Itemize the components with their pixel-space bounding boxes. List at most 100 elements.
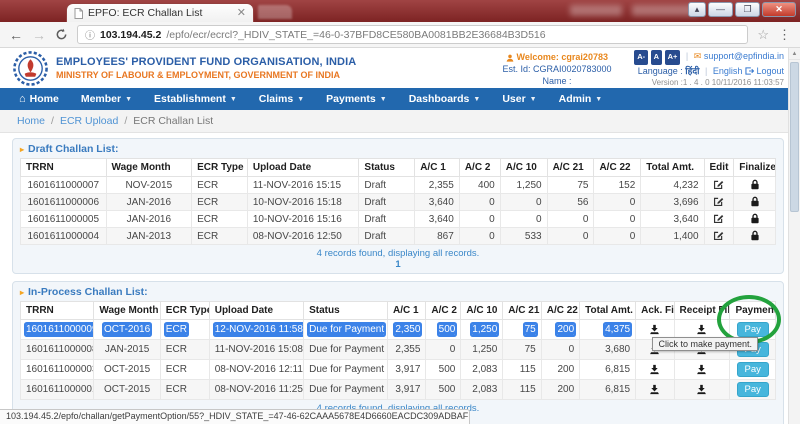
cell-ac10: 1,250 [461,320,503,340]
url-host: 103.194.45.2 [100,29,161,41]
nav-item[interactable]: ⌂ Payments ▼ [315,88,398,110]
bookmark-star-icon[interactable]: ☆ [757,27,769,43]
page-info-icon[interactable]: ⓘ [85,27,95,42]
support-email-link[interactable]: support@epfindia.in [704,51,784,61]
wage-month-value: JAN-2016 [127,214,171,225]
caret-down-icon: ▼ [125,96,132,103]
utility-row-2: Language : हिंदी | English Logout [634,65,784,78]
cell-trrn: 1601611000005 [21,211,107,228]
pay-button[interactable]: Pay [737,362,769,377]
inprocess-table-row: 1601611000001 OCT-2015 ECR 08-NOV-2016 1… [21,380,776,400]
tab-close-icon[interactable]: ✕ [237,8,246,18]
draft-table-row: 1601611000004 JAN-2013 ECR 08-NOV-2016 1… [21,228,776,245]
ac22-value: 0 [630,231,636,242]
download-icon[interactable] [649,324,660,335]
edit-icon[interactable] [713,196,724,207]
welcome-block: Welcome: cgrai20783 Est. Id: CGRAI002078… [462,51,652,87]
download-icon[interactable] [696,324,707,335]
inprocess-panel-title: ▸ In-Process Challan List: [20,286,776,298]
ac22-value: 0 [630,214,636,225]
ecr-type-value: ECR [197,231,218,242]
cell-wage-month: OCT-2015 [94,380,160,400]
font-decrease-button[interactable]: A- [634,50,648,65]
download-icon[interactable] [649,364,660,375]
download-icon[interactable] [696,364,707,375]
pay-button[interactable]: Pay [737,382,769,397]
vertical-scrollbar[interactable]: ▲ [788,48,800,424]
upload-date-value: 10-NOV-2016 15:18 [253,197,342,208]
new-tab-button[interactable] [258,5,292,19]
upload-date-value: 08-NOV-2016 12:11 [215,364,303,375]
status-value: Draft [364,197,386,208]
caret-down-icon: ▼ [380,96,387,103]
nav-item[interactable]: ⌂ Establishment ▼ [143,88,248,110]
nav-item[interactable]: ⌂ Home ▼ [8,88,70,110]
nav-item[interactable]: ⌂ Dashboards ▼ [398,88,492,110]
browser-menu-icon[interactable]: ⋮ [778,27,791,43]
window-extra-button[interactable]: ▴ [688,2,706,17]
ecr-type-value: ECR [197,197,218,208]
ac1-value: 867 [437,231,454,242]
download-icon[interactable] [696,384,707,395]
nav-item[interactable]: ⌂ User ▼ [491,88,547,110]
logout-link[interactable]: Logout [756,66,784,76]
cell-ac1: 867 [415,228,460,245]
lock-icon[interactable] [750,230,760,241]
cell-status: Due for Payment [304,380,388,400]
language-hindi-link[interactable]: हिंदी [685,66,699,76]
nav-item[interactable]: ⌂ Member ▼ [70,88,143,110]
forward-icon[interactable]: → [32,28,46,42]
back-icon[interactable]: ← [9,28,23,42]
cell-ac2: 500 [426,360,461,380]
language-english-link[interactable]: English [713,66,743,76]
ac22-value: 200 [557,324,574,335]
ac2-value: 0 [489,231,495,242]
breadcrumb-ecr-upload-link[interactable]: ECR Upload [60,115,118,127]
inprocess-header-row: TRRN Wage Month ECR Type Upload Date Sta… [21,302,776,320]
cell-finalize [734,228,776,245]
draft-page-number[interactable]: 1 [20,259,776,270]
lock-icon[interactable] [750,179,760,190]
window-restore-button[interactable]: ❐ [735,2,760,17]
ac21-value: 115 [520,364,536,375]
cell-edit [704,211,734,228]
status-value: Due for Payment [309,384,384,395]
ac22-value: 200 [557,384,574,395]
lock-icon[interactable] [750,196,760,207]
scrollbar-up-icon[interactable]: ▲ [789,48,800,60]
nav-item-label: User [502,93,525,105]
col-total-amt: Total Amt. [580,302,636,320]
establishment-id: Est. Id: CGRAI0020783000 [462,63,652,75]
cell-upload-date: 11-NOV-2016 15:08 [209,340,303,360]
window-close-button[interactable]: ✕ [762,2,796,17]
window-minimize-button[interactable]: — [708,2,733,17]
org-name: EMPLOYEES' PROVIDENT FUND ORGANISATION, … [56,56,356,68]
address-bar[interactable]: ⓘ 103.194.45.2 /epfo/ecr/ecrcl?_HDIV_STA… [77,25,748,44]
cell-upload-date: 12-NOV-2016 11:58 [209,320,303,340]
cell-ac21: 75 [503,340,541,360]
font-normal-button[interactable]: A [651,50,662,65]
nav-item[interactable]: ⌂ Admin ▼ [548,88,614,110]
reload-icon[interactable] [55,28,68,41]
breadcrumb-home-link[interactable]: Home [17,115,45,127]
cell-ac2: 0 [459,211,500,228]
browser-tab[interactable]: EPFO: ECR Challan List ✕ [66,3,254,22]
ac22-value: 200 [557,364,574,375]
edit-icon[interactable] [713,179,724,190]
download-icon[interactable] [649,384,660,395]
edit-icon[interactable] [713,213,724,224]
ac1-value: 3,640 [429,214,454,225]
cell-ac21: 0 [547,211,594,228]
total-amt-value: 3,696 [673,197,698,208]
cell-status: Draft [359,177,415,194]
font-increase-button[interactable]: A+ [665,50,681,65]
col-trrn: TRRN [21,302,94,320]
col-upload-date: Upload Date [209,302,303,320]
nav-item[interactable]: ⌂ Claims ▼ [248,88,315,110]
col-ack-file: Ack. File [636,302,674,320]
cell-status: Due for Payment [304,320,388,340]
nav-item-label: Admin [559,93,592,105]
scrollbar-thumb[interactable] [790,62,799,212]
lock-icon[interactable] [750,213,760,224]
edit-icon[interactable] [713,230,724,241]
